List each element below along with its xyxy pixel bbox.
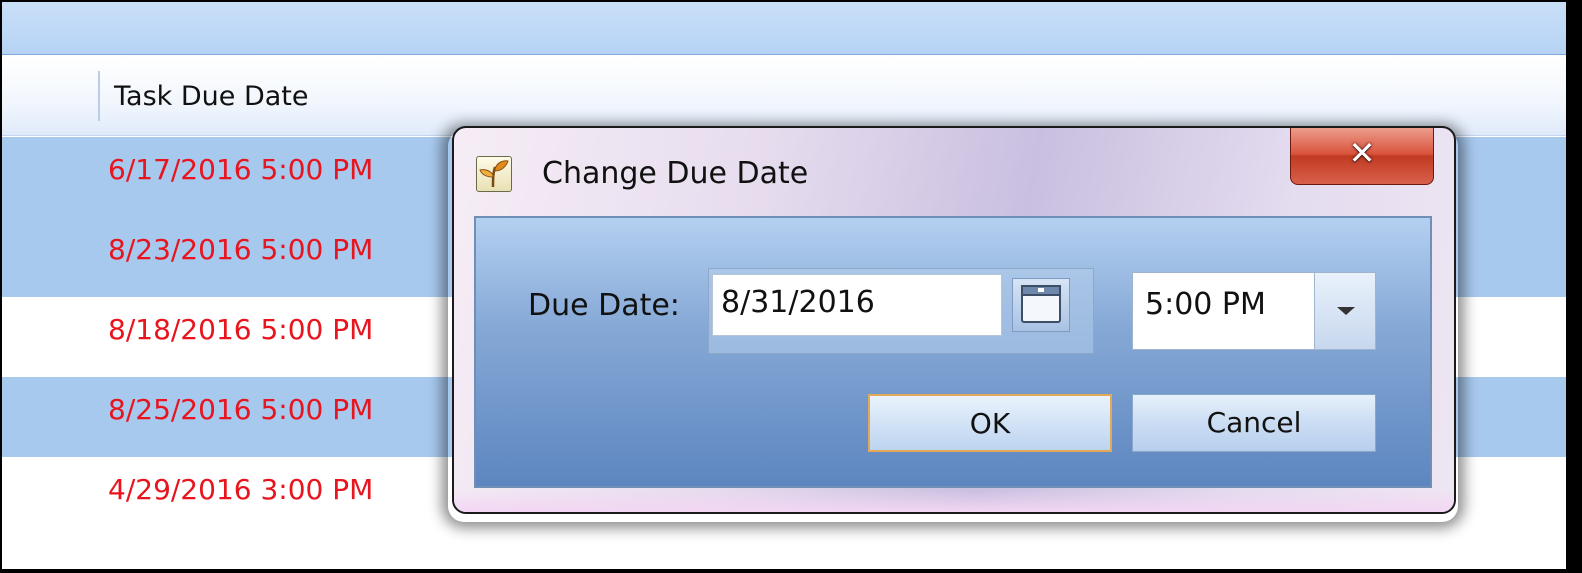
window-frame: Task Due Date 6/17/2016 5:00 PM 8/23/201…: [2, 2, 1566, 569]
close-icon: ✕: [1348, 134, 1376, 172]
calendar-icon: [1021, 285, 1061, 323]
app-sprout-icon: [476, 156, 512, 192]
due-date-label: Due Date:: [528, 288, 680, 323]
dialog-frame-glow: [454, 490, 1454, 512]
time-dropdown-button[interactable]: [1314, 272, 1376, 350]
dialog-title: Change Due Date: [542, 156, 809, 191]
due-date-cell: 8/23/2016 5:00 PM: [108, 233, 374, 266]
grid-column-header-row: Task Due Date: [2, 57, 1566, 136]
close-button[interactable]: ✕: [1290, 128, 1434, 185]
due-date-cell: 8/25/2016 5:00 PM: [108, 393, 374, 426]
due-time-value: 5:00 PM: [1145, 287, 1266, 322]
column-separator[interactable]: [98, 71, 100, 121]
change-due-date-dialog: Change Due Date ✕ Due Date: 8/31/2016 5:…: [452, 126, 1456, 514]
dialog-content-panel: Due Date: 8/31/2016 5:00 PM OK Cancel: [474, 216, 1432, 488]
chevron-down-icon: [1337, 307, 1355, 315]
due-date-cell: 8/18/2016 5:00 PM: [108, 313, 374, 346]
calendar-button[interactable]: [1012, 278, 1070, 332]
due-date-cell: 4/29/2016 3:00 PM: [108, 473, 374, 506]
due-date-input[interactable]: 8/31/2016: [712, 274, 1002, 336]
ok-button[interactable]: OK: [868, 394, 1112, 452]
grid-group-bar: [2, 2, 1566, 55]
cancel-button[interactable]: Cancel: [1132, 394, 1376, 452]
due-date-value: 8/31/2016: [721, 285, 875, 320]
column-header-task-due-date[interactable]: Task Due Date: [114, 81, 308, 112]
due-date-cell: 6/17/2016 5:00 PM: [108, 153, 374, 186]
